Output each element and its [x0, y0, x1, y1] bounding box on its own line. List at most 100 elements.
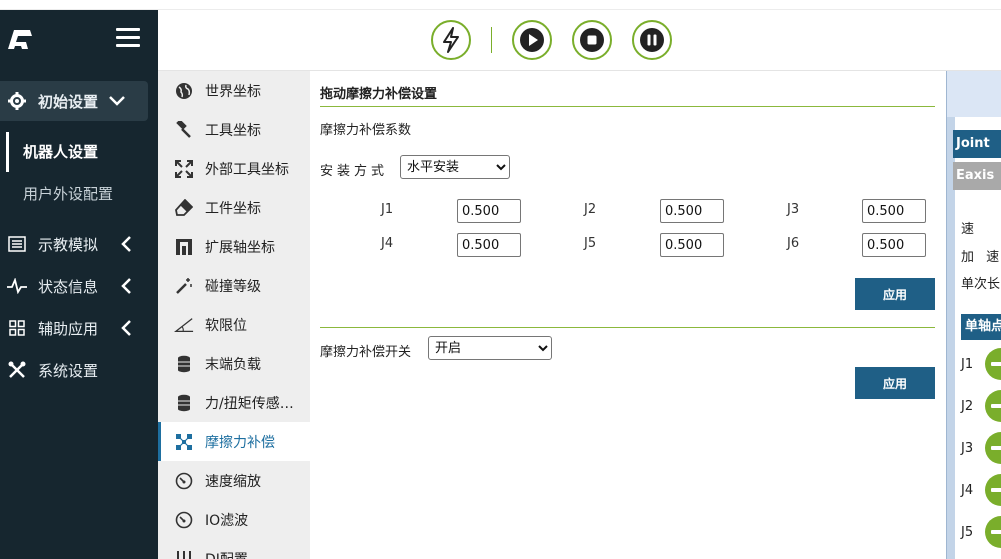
chevron-left-icon: [121, 236, 131, 252]
stop-button[interactable]: [572, 20, 612, 60]
window-top-edge: [0, 0, 1001, 10]
nav-label: 系统设置: [38, 361, 99, 380]
expand-icon: [174, 159, 194, 179]
section-divider: [320, 106, 935, 107]
app-logo: [8, 30, 32, 49]
submenu-item[interactable]: IO滤波: [158, 500, 310, 539]
submenu-item-label: 末端负载: [205, 356, 261, 373]
submenu-item-label: 碰撞等级: [205, 278, 261, 295]
submenu-item[interactable]: 工具坐标: [158, 110, 310, 149]
single-axis-header: 单轴点: [961, 314, 1001, 340]
submenu-item[interactable]: 软限位: [158, 305, 310, 344]
submenu-item[interactable]: 碰撞等级: [158, 266, 310, 305]
jog-joint-label: J2: [961, 399, 974, 414]
accel-label: 加 速: [961, 250, 1001, 265]
top-toolbar: [158, 10, 1001, 71]
submenu-item[interactable]: 末端负载: [158, 344, 310, 383]
nav-item-initial-settings[interactable]: 初始设置: [0, 81, 148, 121]
brand-bar: [0, 10, 158, 70]
jog-joint-label: J3: [961, 441, 974, 456]
network-icon: [174, 432, 194, 452]
submenu-item[interactable]: 工件坐标: [158, 188, 310, 227]
nav-item-teach-simulation[interactable]: 示教模拟: [0, 224, 158, 264]
nav-subitem-user-peripheral[interactable]: 用户外设配置: [23, 174, 113, 214]
coef-label: 摩擦力补偿系数: [320, 123, 412, 138]
settings-submenu: 世界坐标工具坐标外部工具坐标 工件坐标扩展轴坐标碰撞等级软限位末端负载力/扭矩传感…: [158, 71, 310, 559]
tab-joint[interactable]: Joint: [953, 130, 1001, 158]
nav-label: 状态信息: [38, 277, 99, 296]
apply-coef-button[interactable]: 应用: [855, 278, 935, 310]
joint-label-j2: J2: [584, 202, 597, 217]
joint-input-j6[interactable]: [862, 233, 926, 257]
nav-subitem-robot-settings[interactable]: 机器人设置: [6, 132, 158, 172]
globe-icon: [174, 81, 194, 101]
switch-select[interactable]: 开启: [428, 336, 552, 360]
axis-icon: [174, 237, 194, 257]
submenu-item[interactable]: 力/扭矩传感…: [158, 383, 310, 422]
jog-panel-header: [947, 71, 1001, 117]
joint-label-j3: J3: [787, 202, 800, 217]
joint-input-j3[interactable]: [862, 199, 926, 223]
section-divider: [320, 327, 935, 328]
submenu-item[interactable]: DI配置: [158, 539, 310, 559]
nav-item-status-info[interactable]: 状态信息: [0, 266, 158, 306]
sliders-icon: [174, 549, 194, 559]
nav-item-aux-apps[interactable]: 辅助应用: [0, 308, 158, 348]
app-root: 初始设置 机器人设置 用户外设配置 示教模拟 状态信息 辅助应用 系统设置 世界…: [0, 0, 1001, 559]
nav-item-system-settings[interactable]: 系统设置: [0, 350, 158, 390]
section-title: 拖动摩擦力补偿设置: [320, 87, 438, 102]
friction-compensation-panel: 拖动摩擦力补偿设置 摩擦力补偿系数 安装方式 水平安装 J1 J2 J3 J4 …: [310, 71, 946, 559]
joint-label-j4: J4: [381, 236, 394, 251]
submenu-item-label: 工具坐标: [205, 122, 261, 139]
jog-joint-label: J4: [961, 483, 974, 498]
apply-switch-button[interactable]: 应用: [855, 367, 935, 399]
submenu-item[interactable]: 速度缩放: [158, 461, 310, 500]
menu-toggle-icon[interactable]: [116, 28, 140, 50]
tools-icon: [6, 359, 28, 381]
main-nav: 初始设置 机器人设置 用户外设配置 示教模拟 状态信息 辅助应用 系统设置: [0, 10, 158, 559]
submenu-item-label: 速度缩放: [205, 473, 261, 490]
nav-label: 初始设置: [38, 92, 99, 111]
gauge-icon: [174, 471, 194, 491]
run-button[interactable]: [512, 20, 552, 60]
pulse-icon: [6, 275, 28, 297]
submenu-item[interactable]: 摩擦力补偿: [158, 422, 310, 461]
submenu-item-label: 摩擦力补偿: [205, 434, 275, 451]
joint-input-j5[interactable]: [660, 233, 724, 257]
angle-icon: [174, 315, 194, 335]
play-icon: [520, 28, 544, 52]
submenu-item-label: 工件坐标: [205, 200, 261, 217]
nav-label: 辅助应用: [38, 319, 99, 338]
jog-joint-label: J5: [961, 525, 974, 540]
gauge-icon: [174, 510, 194, 530]
list-icon: [6, 233, 28, 255]
submenu-item[interactable]: 扩展轴坐标: [158, 227, 310, 266]
wrench-icon: [174, 120, 194, 140]
single-length-label: 单次长: [961, 277, 1001, 292]
magic-wand-icon: [174, 276, 194, 296]
submenu-item-label: 世界坐标: [205, 83, 261, 100]
chevron-down-icon: [109, 96, 125, 106]
joint-input-j4[interactable]: [457, 233, 521, 257]
joint-input-j2[interactable]: [660, 199, 724, 223]
mount-label: 安装方式: [320, 164, 389, 179]
gear-icon: [6, 90, 28, 112]
submenu-item-label: 软限位: [205, 317, 247, 334]
database-icon: [174, 354, 194, 374]
submenu-item[interactable]: 世界坐标: [158, 71, 310, 110]
joint-label-j6: J6: [787, 236, 800, 251]
submenu-item-label: DI配置: [205, 549, 305, 559]
joint-input-j1[interactable]: [457, 199, 521, 223]
pause-button[interactable]: [632, 20, 672, 60]
mount-select[interactable]: 水平安装: [400, 155, 510, 179]
jog-panel: Joint Eaxis 速 加 速 单次长 单轴点 J1 J2 J3 J4 J5: [946, 71, 1001, 559]
submenu-item[interactable]: 外部工具坐标: [158, 149, 310, 188]
eraser-icon: [174, 198, 194, 218]
tab-eaxis[interactable]: Eaxis: [953, 162, 1001, 190]
database-icon: [174, 393, 194, 413]
toolbar-divider: [491, 27, 492, 53]
stop-icon: [580, 28, 604, 52]
enable-button[interactable]: [431, 20, 471, 60]
submenu-item-label: 外部工具坐标: [205, 161, 289, 178]
submenu-item-label: 力/扭矩传感…: [205, 395, 294, 412]
